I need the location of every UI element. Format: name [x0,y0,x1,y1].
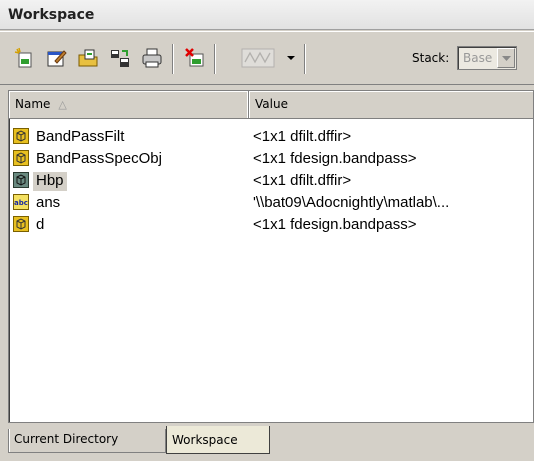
svg-text:abc: abc [14,199,28,207]
column-header-name[interactable]: Name △ [9,91,249,118]
table-row-selected[interactable]: Hbp <1x1 dfilt.dffir> [9,169,533,191]
open-selection-icon[interactable] [44,46,68,70]
table-header: Name △ Value [9,91,533,119]
table-row[interactable]: BandPassSpecObj <1x1 fdesign.bandpass> [9,147,533,169]
table-row[interactable]: BandPassFilt <1x1 dfilt.dffir> [9,125,533,147]
stack-select-value: Base [463,51,493,65]
variable-name: BandPassFilt [36,128,125,145]
variable-name: d [36,216,45,233]
stack-select[interactable]: Base [457,46,517,70]
column-header-value-label: Value [255,97,288,111]
toolbar-separator [304,44,306,74]
tab-workspace[interactable]: Workspace [166,426,270,454]
variable-value: <1x1 dfilt.dffir> [253,172,352,189]
plot-icon[interactable] [238,46,278,70]
stack-label: Stack: [412,51,450,65]
panel-title: Workspace [8,7,95,23]
print-icon[interactable] [140,46,164,70]
string-icon: abc [13,194,29,210]
variable-name: ans [36,194,61,211]
column-header-value[interactable]: Value [249,91,533,118]
column-header-name-label: Name [15,97,51,111]
load-data-icon[interactable] [76,46,100,70]
delete-icon[interactable] [183,46,207,70]
object-icon [13,216,29,232]
variable-value: <1x1 dfilt.dffir> [253,128,352,145]
toolbar-separator [172,44,174,74]
toolbar: Stack: Base [0,31,534,85]
sort-ascending-icon: △ [58,98,67,111]
save-icon[interactable] [108,46,132,70]
panel-tabs: Current Directory Workspace [0,424,534,461]
object-icon [13,150,29,166]
dropdown-arrow-icon[interactable] [283,46,299,70]
variable-value: <1x1 fdesign.bandpass> [253,150,417,167]
variable-name: BandPassSpecObj [36,150,162,167]
variable-name: Hbp [33,172,67,191]
panel-title-bar: Workspace [0,0,534,30]
table-row[interactable]: abc ans '\\bat09\Adocnightly\matlab\... [9,191,533,213]
object-icon [13,128,29,144]
object-icon [13,172,29,188]
toolbar-separator [214,44,216,74]
workspace-table: Name △ Value BandPassFilt <1x1 dfilt.dffi… [8,90,534,423]
chevron-down-icon[interactable] [497,48,515,68]
variable-value: <1x1 fdesign.bandpass> [253,216,417,233]
variable-value: '\\bat09\Adocnightly\matlab\... [253,194,450,211]
tab-current-directory[interactable]: Current Directory [8,429,166,453]
new-variable-icon[interactable] [12,46,36,70]
table-row[interactable]: d <1x1 fdesign.bandpass> [9,213,533,235]
